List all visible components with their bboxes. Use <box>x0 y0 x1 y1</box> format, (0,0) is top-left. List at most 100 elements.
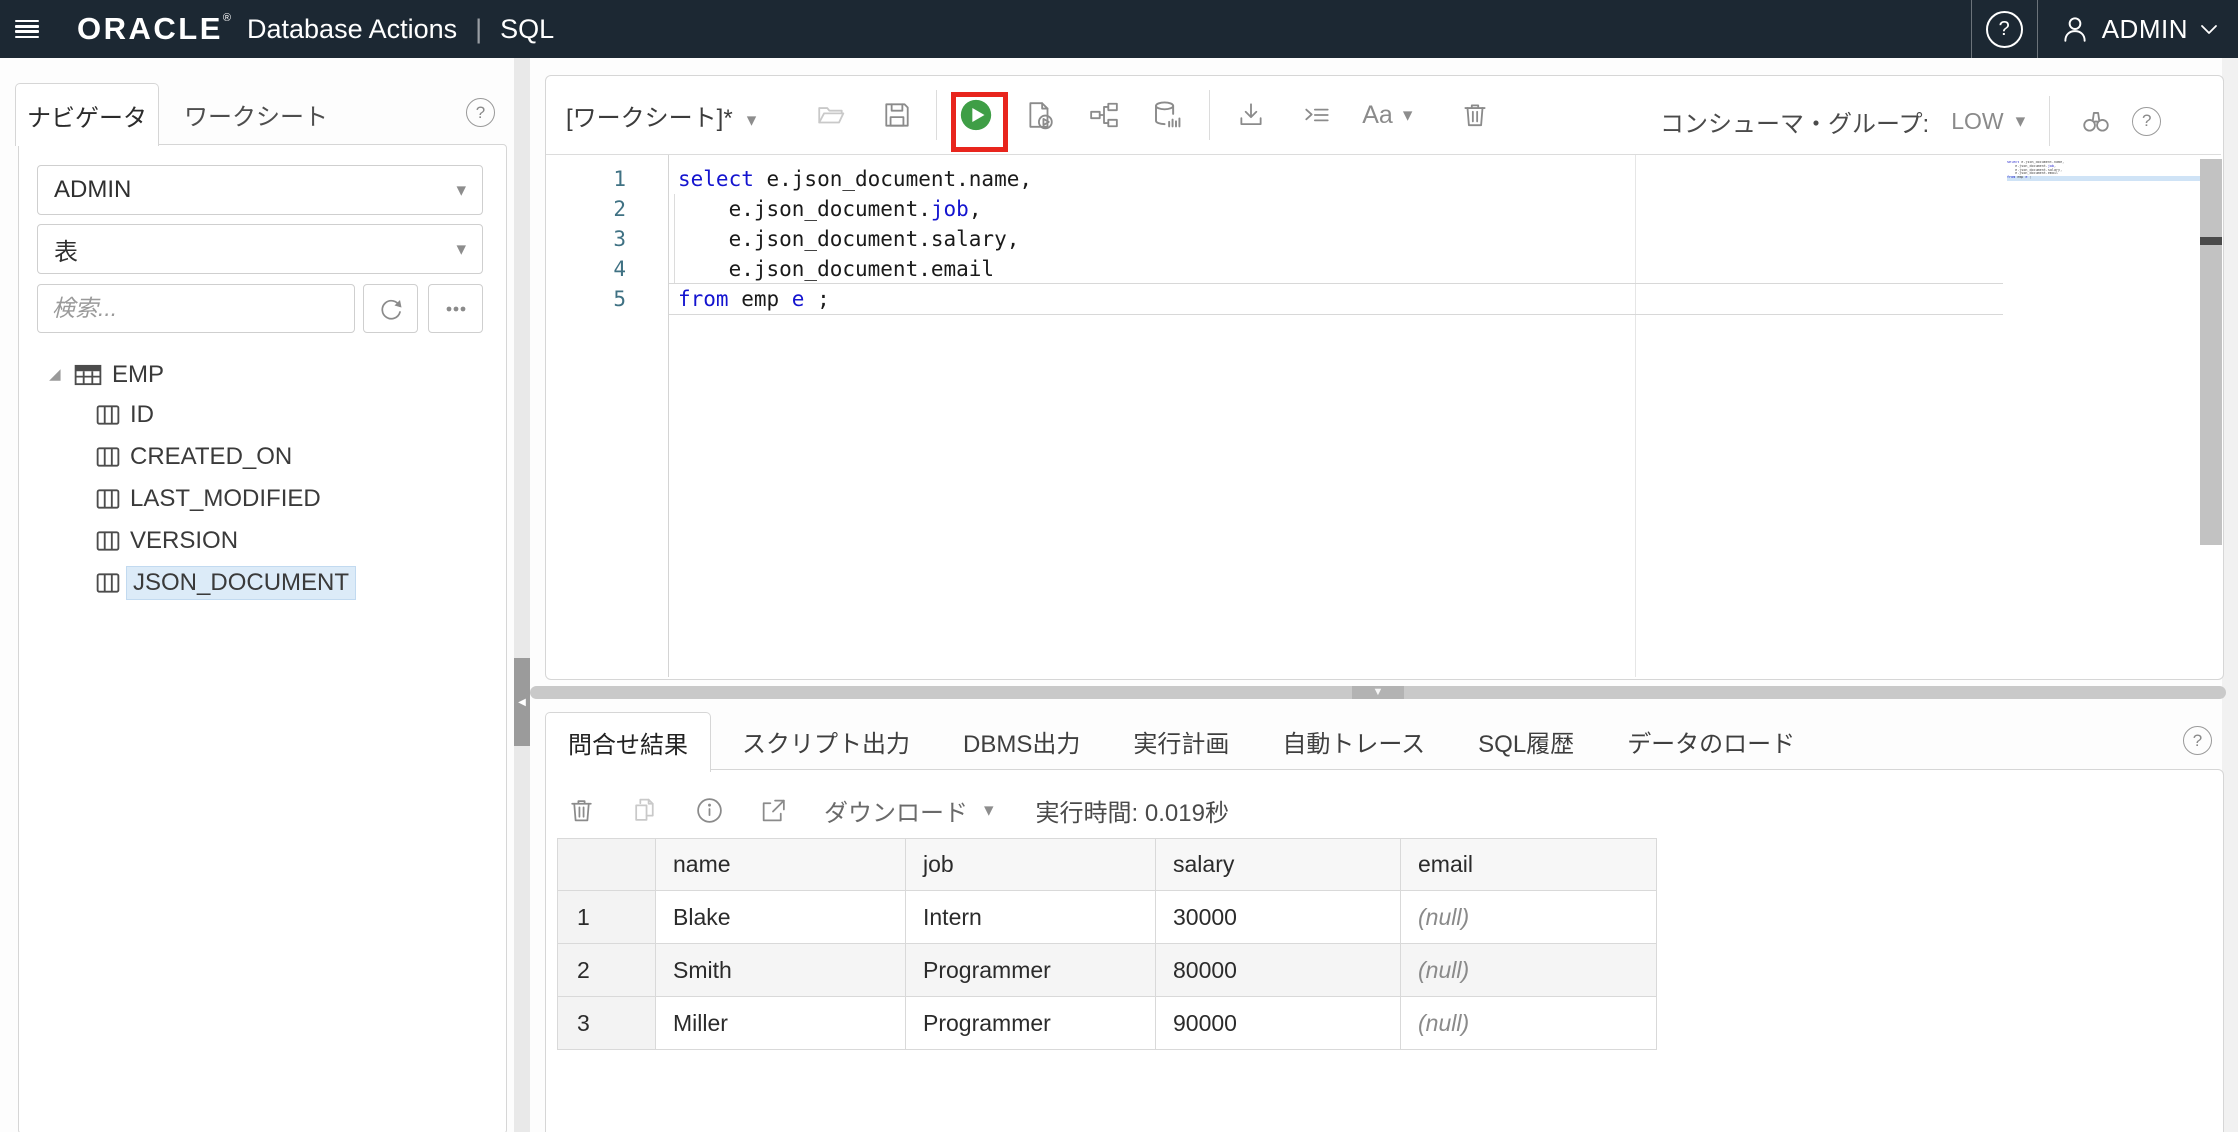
run-statement-button[interactable] <box>951 88 1001 142</box>
column-header-email[interactable]: email <box>1401 839 1657 891</box>
results-tab-データのロード[interactable]: データのロード <box>1605 712 1817 770</box>
code-line[interactable]: e.json_document.salary, <box>678 224 1032 254</box>
toolbar-divider <box>936 90 937 140</box>
tree-item-column[interactable]: JSON_DOCUMENT <box>96 562 356 604</box>
search-input[interactable] <box>37 284 355 333</box>
trash-icon <box>567 796 596 825</box>
tree-item-label: ID <box>130 401 154 429</box>
font-size-dropdown[interactable]: Aa ▾ <box>1362 101 1412 130</box>
open-in-new-window-button[interactable] <box>750 785 796 835</box>
download-editor-button[interactable] <box>1226 88 1276 142</box>
tree-item-label: VERSION <box>130 527 238 555</box>
object-type-select[interactable]: 表 ▾ <box>37 224 483 274</box>
table-cell[interactable]: Blake <box>656 891 906 944</box>
hamburger-menu-icon[interactable] <box>15 20 39 38</box>
column-header-job[interactable]: job <box>906 839 1156 891</box>
schema-select[interactable]: ADMIN ▾ <box>37 165 483 215</box>
table-cell[interactable]: 90000 <box>1156 997 1401 1050</box>
results-toolbar: ダウンロード ▾ 実行時間: 0.019秒 <box>558 782 1229 838</box>
run-script-icon <box>1025 100 1055 130</box>
table-cell[interactable]: Smith <box>656 944 906 997</box>
tab-navigator[interactable]: ナビゲータ <box>15 83 159 146</box>
table-cell[interactable]: (null) <box>1401 997 1657 1050</box>
column-header-salary[interactable]: salary <box>1156 839 1401 891</box>
registered-mark-icon: ® <box>223 12 231 24</box>
sidebar-collapse-handle[interactable]: ◀ <box>514 658 530 746</box>
oracle-logo: ORACLE® <box>77 11 231 47</box>
vertical-splitter[interactable] <box>514 58 530 1132</box>
chevron-down-icon: ▾ <box>456 179 466 202</box>
table-cell[interactable]: (null) <box>1401 891 1657 944</box>
explain-plan-button[interactable] <box>1079 88 1129 142</box>
table-cell[interactable]: Programmer <box>906 997 1156 1050</box>
find-button[interactable] <box>2074 94 2118 148</box>
column-icon <box>96 572 120 594</box>
refresh-button[interactable] <box>363 284 418 333</box>
right-gutter-strip <box>2222 58 2238 1132</box>
code-line[interactable]: e.json_document.job, <box>678 194 1032 224</box>
tree-column-list: ID CREATED_ON LAST_MODIFIED VERSION JSON… <box>96 394 356 604</box>
tree-item-emp[interactable]: EMP <box>48 356 164 394</box>
download-results-dropdown[interactable]: ダウンロード ▾ <box>824 793 994 828</box>
table-cell[interactable]: Programmer <box>906 944 1156 997</box>
editor-scrollbar-track[interactable] <box>2200 159 2222 545</box>
info-icon <box>695 796 724 825</box>
expand-triangle-icon[interactable] <box>48 367 64 383</box>
explain-plan-icon <box>1089 100 1119 130</box>
tab-worksheet[interactable]: ワークシート <box>168 83 344 145</box>
more-options-button[interactable] <box>428 284 483 333</box>
editor-scrollbar-thumb[interactable] <box>2200 237 2222 245</box>
results-help-icon[interactable]: ? <box>2183 726 2212 755</box>
panel-collapse-button[interactable]: ▼ <box>1352 686 1404 699</box>
copy-results-button[interactable] <box>622 785 668 835</box>
discard-results-button[interactable] <box>558 785 604 835</box>
results-tab-自動トレース[interactable]: 自動トレース <box>1260 712 1447 770</box>
line-number: 4 <box>548 254 648 284</box>
copy-icon <box>631 796 660 825</box>
column-icon <box>96 404 120 426</box>
chevron-down-icon[interactable]: ▾ <box>2016 110 2026 133</box>
header-help-icon[interactable]: ? <box>1986 11 2023 48</box>
consumer-group-value[interactable]: LOW <box>1951 108 2003 135</box>
table-icon <box>74 363 102 387</box>
table-cell[interactable]: Miller <box>656 997 906 1050</box>
product-title: SQL <box>500 14 554 45</box>
tree-item-column[interactable]: CREATED_ON <box>96 436 356 478</box>
save-button[interactable] <box>872 88 922 142</box>
column-header-name[interactable]: name <box>656 839 906 891</box>
editor-minimap[interactable]: select e.json_document.name, e.json_docu… <box>2007 161 2199 180</box>
worksheet-title-dropdown[interactable]: [ワークシート]*▾ <box>566 98 756 133</box>
person-icon <box>2060 14 2090 44</box>
consumer-group-section: コンシューマ・グループ: LOW ▾ ? <box>1660 92 2161 150</box>
tree-item-column[interactable]: LAST_MODIFIED <box>96 478 356 520</box>
code-line[interactable]: select e.json_document.name, <box>678 164 1032 194</box>
sql-editor[interactable]: select e.json_document.name, e.json_docu… <box>678 164 1032 314</box>
autotrace-button[interactable] <box>1143 88 1193 142</box>
tree-item-column[interactable]: VERSION <box>96 520 356 562</box>
sidebar-help-icon[interactable]: ? <box>466 98 495 127</box>
table-cell[interactable]: 30000 <box>1156 891 1401 944</box>
run-script-button[interactable] <box>1015 88 1065 142</box>
results-tab-DBMS出力[interactable]: DBMS出力 <box>941 712 1102 770</box>
result-info-button[interactable] <box>686 785 732 835</box>
worksheet-help-icon[interactable]: ? <box>2132 107 2161 136</box>
code-line[interactable]: e.json_document.email <box>678 254 1032 284</box>
tree-item-column[interactable]: ID <box>96 394 356 436</box>
table-cell[interactable]: 80000 <box>1156 944 1401 997</box>
results-tab-SQL履歴[interactable]: SQL履歴 <box>1456 712 1596 770</box>
results-tab-スクリプト出力[interactable]: スクリプト出力 <box>720 712 932 770</box>
table-cell[interactable]: Intern <box>906 891 1156 944</box>
row-number-cell[interactable]: 1 <box>558 891 656 944</box>
results-tab-問合せ結果[interactable]: 問合せ結果 <box>545 712 711 772</box>
row-number-cell[interactable]: 3 <box>558 997 656 1050</box>
schema-select-value: ADMIN <box>54 176 131 204</box>
open-file-button[interactable] <box>806 88 856 142</box>
table-cell[interactable]: (null) <box>1401 944 1657 997</box>
code-line[interactable]: from emp e ; <box>678 284 1032 314</box>
row-number-cell[interactable]: 2 <box>558 944 656 997</box>
format-button[interactable] <box>1292 88 1342 142</box>
toolbar-divider <box>1209 90 1210 140</box>
user-menu[interactable]: ADMIN <box>2038 14 2238 45</box>
results-tab-実行計画[interactable]: 実行計画 <box>1111 712 1251 770</box>
clear-editor-button[interactable] <box>1450 88 1500 142</box>
